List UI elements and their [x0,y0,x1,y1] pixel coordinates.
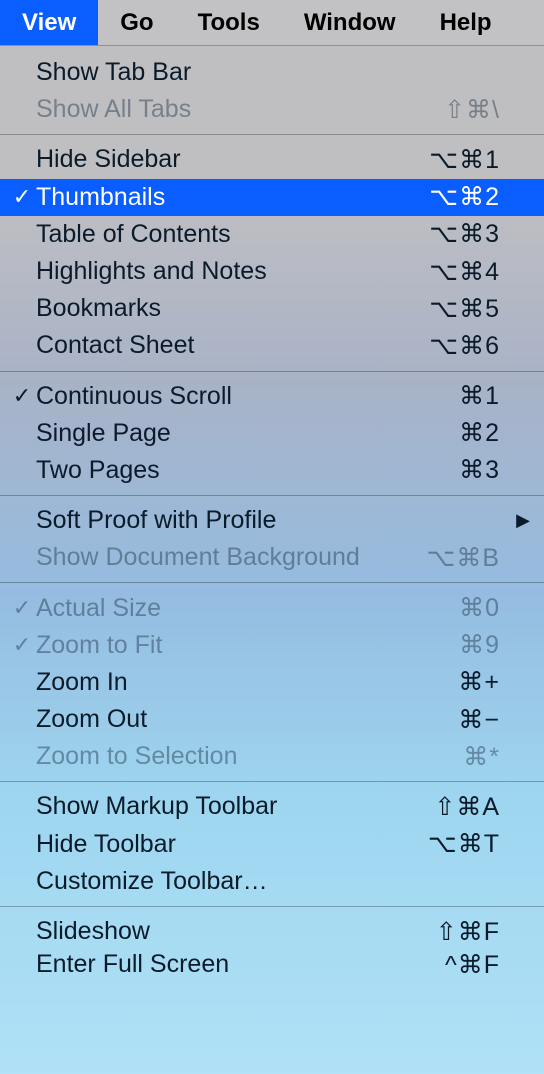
menu-item-shortcut: ⇧⌘F [390,917,500,947]
menu-item-zoom-in[interactable]: Zoom In ⌘+ [0,664,544,701]
menubar-label: Tools [198,9,260,37]
menu-item-contact-sheet[interactable]: Contact Sheet ⌥⌘6 [0,327,544,364]
menu-item-thumbnails[interactable]: ✓ Thumbnails ⌥⌘2 [0,179,544,216]
menu-separator [0,906,544,907]
menu-separator [0,371,544,372]
menu-item-shortcut: ⇧⌘A [390,792,500,822]
menu-item-show-tab-bar[interactable]: Show Tab Bar [0,54,544,91]
menu-item-bookmarks[interactable]: Bookmarks ⌥⌘5 [0,290,544,327]
menu-item-label: Highlights and Notes [36,257,390,286]
menu-item-label: Thumbnails [36,183,390,212]
menu-item-shortcut: ⌥⌘4 [390,257,500,287]
menu-item-shortcut: ⌘* [390,742,500,772]
menu-item-hide-toolbar[interactable]: Hide Toolbar ⌥⌘T [0,826,544,863]
menubar-item-view[interactable]: View [0,0,98,45]
menu-item-label: Soft Proof with Profile [36,506,390,535]
menu-item-shortcut: ^⌘F [390,950,500,980]
menu-item-show-document-background: Show Document Background ⌥⌘B [0,539,544,576]
menu-item-soft-proof-with-profile[interactable]: Soft Proof with Profile ▶ [0,502,544,539]
menu-item-label: Enter Full Screen [36,950,390,979]
menu-item-label: Hide Toolbar [36,830,390,859]
menubar-item-window[interactable]: Window [282,0,418,45]
menu-item-show-all-tabs: Show All Tabs ⇧⌘\ [0,91,544,128]
menu-item-label: Customize Toolbar… [36,867,390,896]
menu-item-shortcut: ⌘0 [390,593,500,623]
menu-item-actual-size: ✓ Actual Size ⌘0 [0,589,544,626]
menubar-label: View [22,9,76,37]
menu-item-continuous-scroll[interactable]: ✓ Continuous Scroll ⌘1 [0,378,544,415]
menu-item-highlights-and-notes[interactable]: Highlights and Notes ⌥⌘4 [0,253,544,290]
menu-item-label: Zoom to Fit [36,631,390,660]
menu-item-label: Contact Sheet [36,331,390,360]
menu-item-shortcut: ⌥⌘B [390,543,500,573]
view-menu: Show Tab Bar Show All Tabs ⇧⌘\ Hide Side… [0,46,544,987]
menu-item-label: Zoom to Selection [36,742,390,771]
checkmark-icon: ✓ [8,634,36,656]
menu-item-label: Slideshow [36,917,390,946]
checkmark-icon: ✓ [8,597,36,619]
menu-item-zoom-to-selection: Zoom to Selection ⌘* [0,738,544,775]
menu-item-label: Show All Tabs [36,95,390,124]
menu-separator [0,781,544,782]
menu-item-enter-full-screen[interactable]: Enter Full Screen ^⌘F [0,950,544,987]
menu-item-shortcut: ⌘2 [390,418,500,448]
submenu-arrow-icon: ▶ [500,510,530,531]
menubar-label: Window [304,9,396,37]
menu-item-shortcut: ⌥⌘5 [390,294,500,324]
menubar-item-tools[interactable]: Tools [176,0,282,45]
menu-item-label: Table of Contents [36,220,390,249]
menu-item-customize-toolbar[interactable]: Customize Toolbar… [0,863,544,900]
menu-item-shortcut: ⌥⌘6 [390,331,500,361]
checkmark-icon: ✓ [8,186,36,208]
menu-item-label: Hide Sidebar [36,145,390,174]
menu-item-label: Show Document Background [36,543,390,572]
menu-item-shortcut: ⌥⌘T [390,829,500,859]
menu-item-shortcut: ⌘9 [390,630,500,660]
menu-item-show-markup-toolbar[interactable]: Show Markup Toolbar ⇧⌘A [0,788,544,825]
menu-item-shortcut: ⌘3 [390,455,500,485]
checkmark-icon: ✓ [8,385,36,407]
menu-item-shortcut: ⌘+ [390,667,500,697]
menu-item-zoom-to-fit: ✓ Zoom to Fit ⌘9 [0,627,544,664]
menu-item-hide-sidebar[interactable]: Hide Sidebar ⌥⌘1 [0,141,544,178]
menu-separator [0,582,544,583]
menu-item-label: Zoom In [36,668,390,697]
menubar-item-help[interactable]: Help [418,0,514,45]
menu-item-table-of-contents[interactable]: Table of Contents ⌥⌘3 [0,216,544,253]
menu-item-shortcut: ⌥⌘3 [390,219,500,249]
menubar-item-go[interactable]: Go [98,0,175,45]
menu-item-label: Show Tab Bar [36,58,390,87]
menu-item-single-page[interactable]: Single Page ⌘2 [0,415,544,452]
menu-item-label: Bookmarks [36,294,390,323]
menu-item-label: Single Page [36,419,390,448]
menu-item-label: Two Pages [36,456,390,485]
menubar-label: Go [120,9,153,37]
menu-item-shortcut: ⌥⌘1 [390,145,500,175]
menu-item-slideshow[interactable]: Slideshow ⇧⌘F [0,913,544,950]
menu-item-label: Show Markup Toolbar [36,792,390,821]
menubar: View Go Tools Window Help [0,0,544,46]
menu-item-label: Continuous Scroll [36,382,390,411]
menubar-label: Help [440,9,492,37]
menu-item-label: Actual Size [36,594,390,623]
menu-item-zoom-out[interactable]: Zoom Out ⌘− [0,701,544,738]
menu-item-shortcut: ⌥⌘2 [390,182,500,212]
menu-item-shortcut: ⌘− [390,705,500,735]
menu-item-label: Zoom Out [36,705,390,734]
menu-separator [0,134,544,135]
menu-separator [0,495,544,496]
menu-item-two-pages[interactable]: Two Pages ⌘3 [0,452,544,489]
menu-item-shortcut: ⇧⌘\ [390,95,500,125]
menu-item-shortcut: ⌘1 [390,381,500,411]
